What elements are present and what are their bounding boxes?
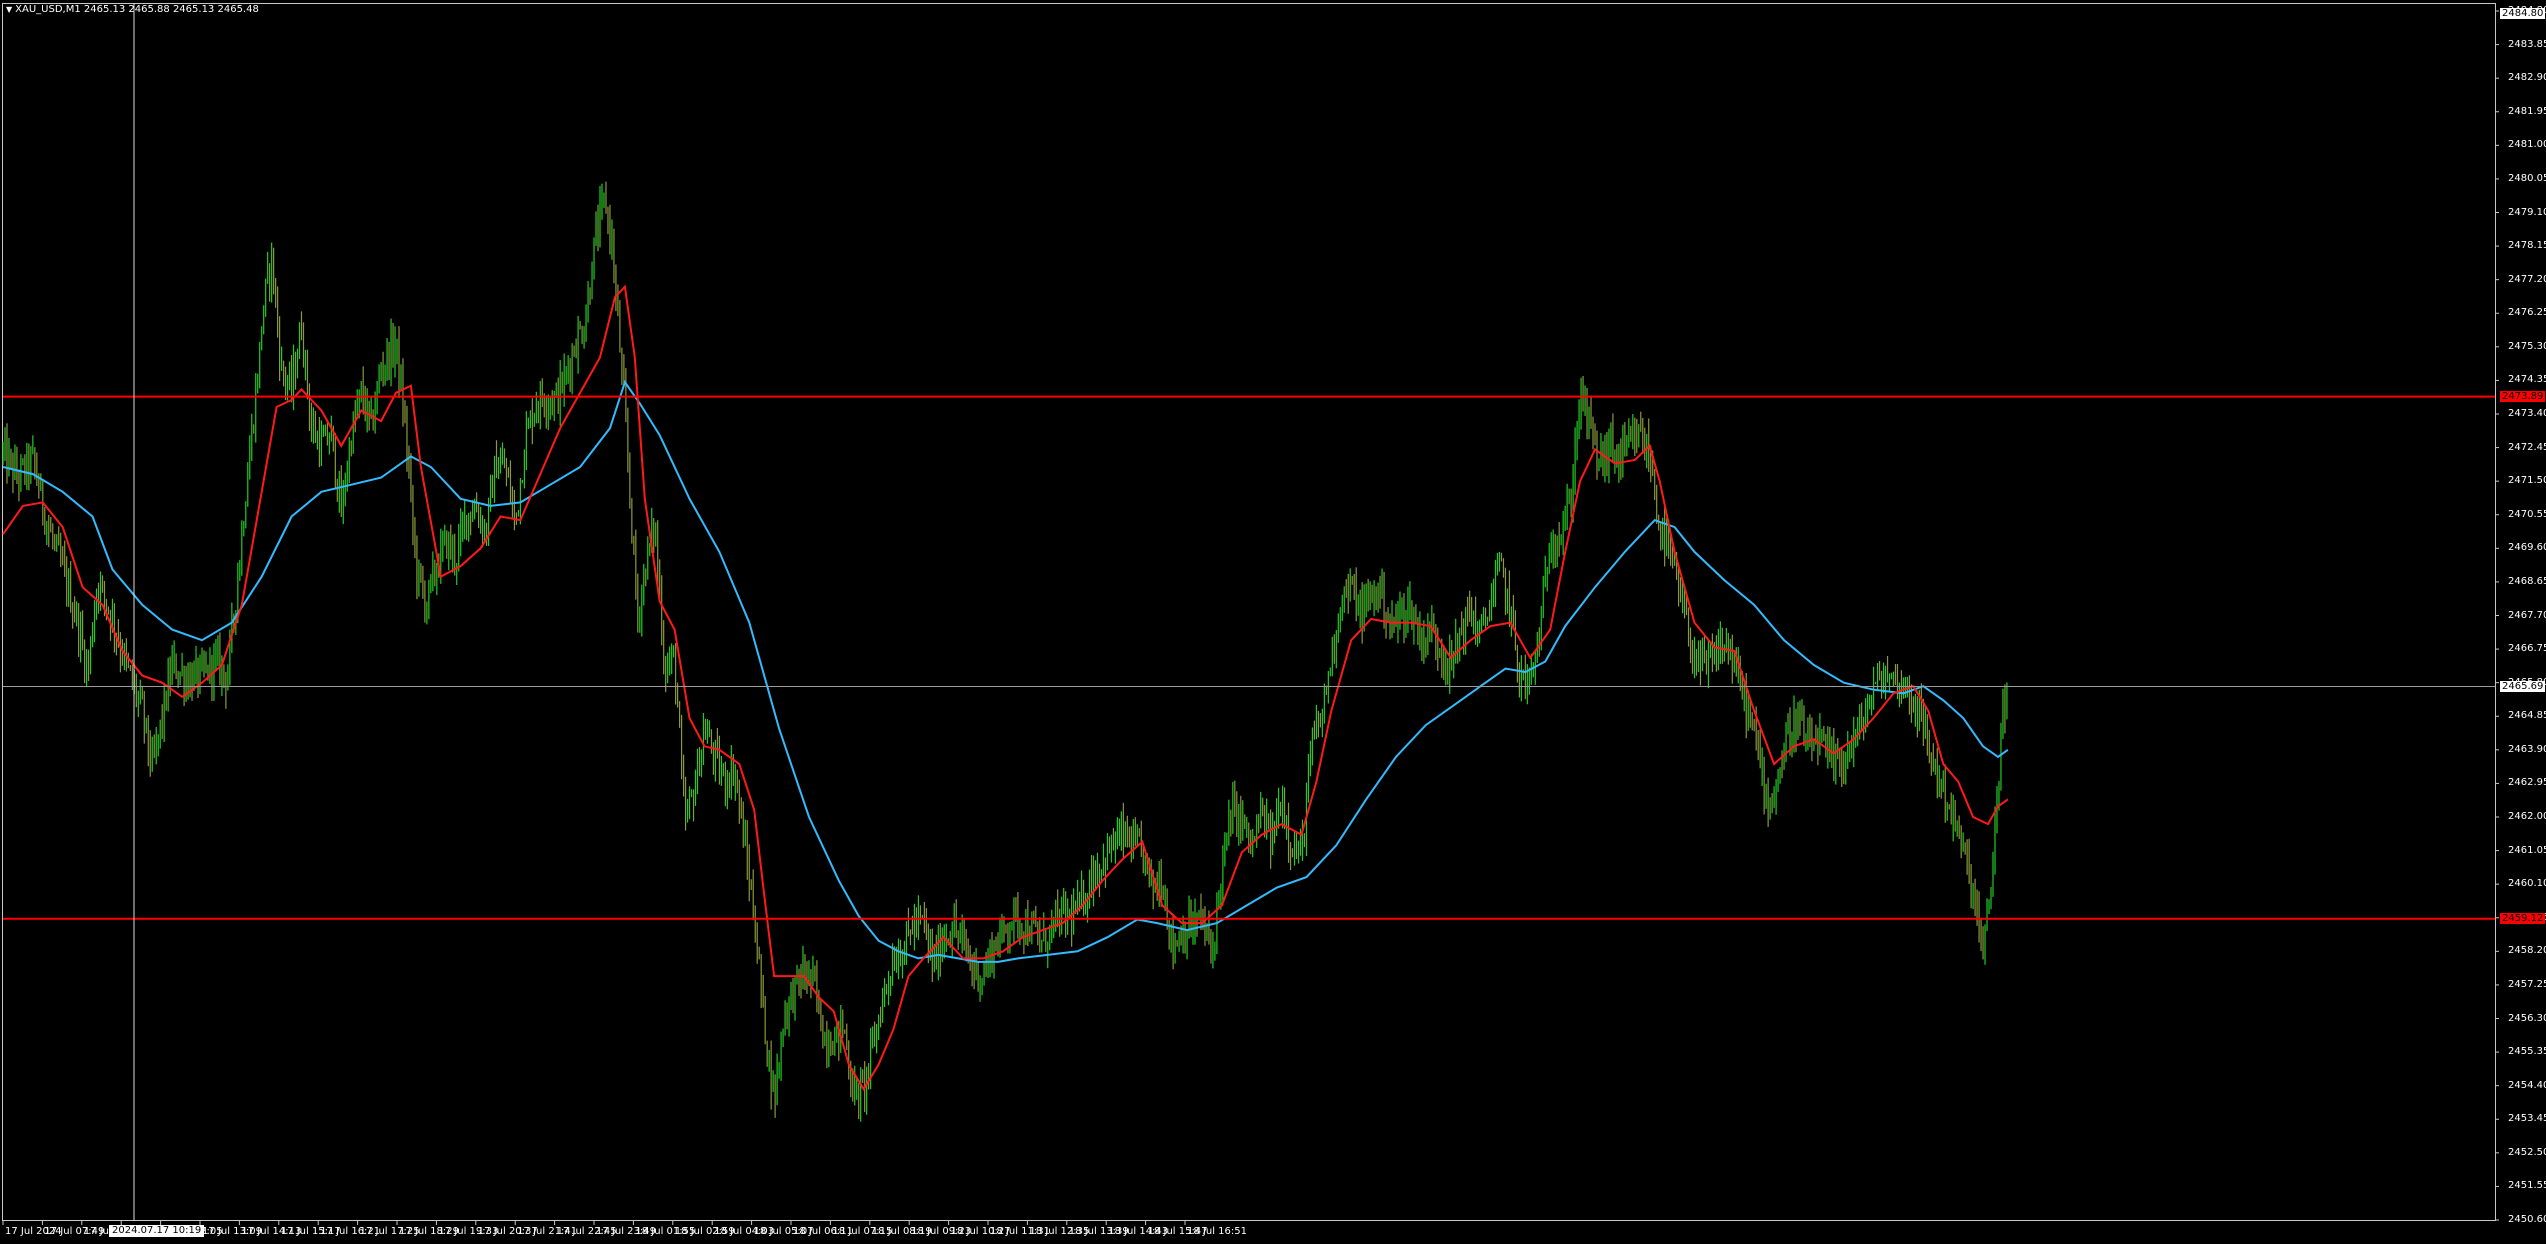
price-axis-label: 2480.05 <box>2508 172 2546 184</box>
price-axis-label: 2450.60 <box>2508 1214 2546 1225</box>
slow-moving-average-line <box>2 379 2009 963</box>
level-price-tag: 2473.89 <box>2500 390 2546 402</box>
price-axis-label: 2481.00 <box>2508 139 2546 151</box>
price-axis-label: 2483.85 <box>2508 38 2546 50</box>
price-axis-label: 2452.50 <box>2508 1146 2546 1158</box>
symbol-ohlc-text: XAU_USD,M1 2465.13 2465.88 2465.13 2465.… <box>15 4 259 15</box>
level-price-tag: 2459.12 <box>2500 912 2546 924</box>
price-axis-label: 2462.95 <box>2508 777 2546 789</box>
price-axis-label: 2467.70 <box>2508 609 2546 621</box>
price-axis-label: 2456.30 <box>2508 1012 2546 1024</box>
price-axis-label: 2470.55 <box>2508 508 2546 520</box>
price-axis-label: 2482.90 <box>2508 72 2546 84</box>
price-axis-label: 2462.00 <box>2508 811 2546 822</box>
symbol-ohlc-label: ▼ XAU_USD,M1 2465.13 2465.88 2465.13 2465… <box>6 4 259 15</box>
crosshair-time-label: 2024.07.17 10:19 <box>109 1225 205 1237</box>
fast-moving-average-line <box>2 284 2009 1092</box>
price-axis-label: 2472.45 <box>2508 441 2546 453</box>
chart-window[interactable]: ▼ XAU_USD,M1 2465.13 2465.88 2465.13 2465… <box>0 0 2546 1244</box>
price-axis-label: 2460.10 <box>2508 878 2546 890</box>
time-axis-label: 18 Jul 16:51 <box>1187 1226 1247 1237</box>
price-axis-label: 2479.10 <box>2508 206 2546 218</box>
price-axis-label: 2469.60 <box>2508 542 2546 554</box>
candlestick-chart[interactable] <box>0 0 2546 1244</box>
price-axis-label: 2478.15 <box>2508 240 2546 252</box>
price-axis-label: 2476.25 <box>2508 307 2546 319</box>
price-axis-label: 2481.95 <box>2508 105 2546 117</box>
price-axis-label: 2455.35 <box>2508 1046 2546 1058</box>
current-price-tag: 2465.69 <box>2500 680 2546 692</box>
price-axis-label: 2461.05 <box>2508 844 2546 856</box>
price-axis-label: 2451.55 <box>2508 1180 2546 1192</box>
price-axis-label: 2454.40 <box>2508 1079 2546 1091</box>
price-axis-label: 2458.20 <box>2508 945 2546 957</box>
triangle-down-icon[interactable]: ▼ <box>6 5 12 14</box>
top-price-tag: 2484.80 <box>2500 8 2546 19</box>
price-axis-label: 2464.85 <box>2508 710 2546 722</box>
price-axis-label: 2473.40 <box>2508 408 2546 419</box>
price-axis-label: 2453.45 <box>2508 1113 2546 1125</box>
price-axis-label: 2471.50 <box>2508 475 2546 487</box>
price-axis-label: 2463.90 <box>2508 743 2546 755</box>
price-axis-label: 2468.65 <box>2508 575 2546 587</box>
price-axis-label: 2477.20 <box>2508 273 2546 285</box>
price-axis-label: 2457.25 <box>2508 978 2546 990</box>
price-axis-label: 2474.35 <box>2508 374 2546 386</box>
price-axis-label: 2475.30 <box>2508 340 2546 352</box>
price-axis-label: 2466.75 <box>2508 643 2546 655</box>
